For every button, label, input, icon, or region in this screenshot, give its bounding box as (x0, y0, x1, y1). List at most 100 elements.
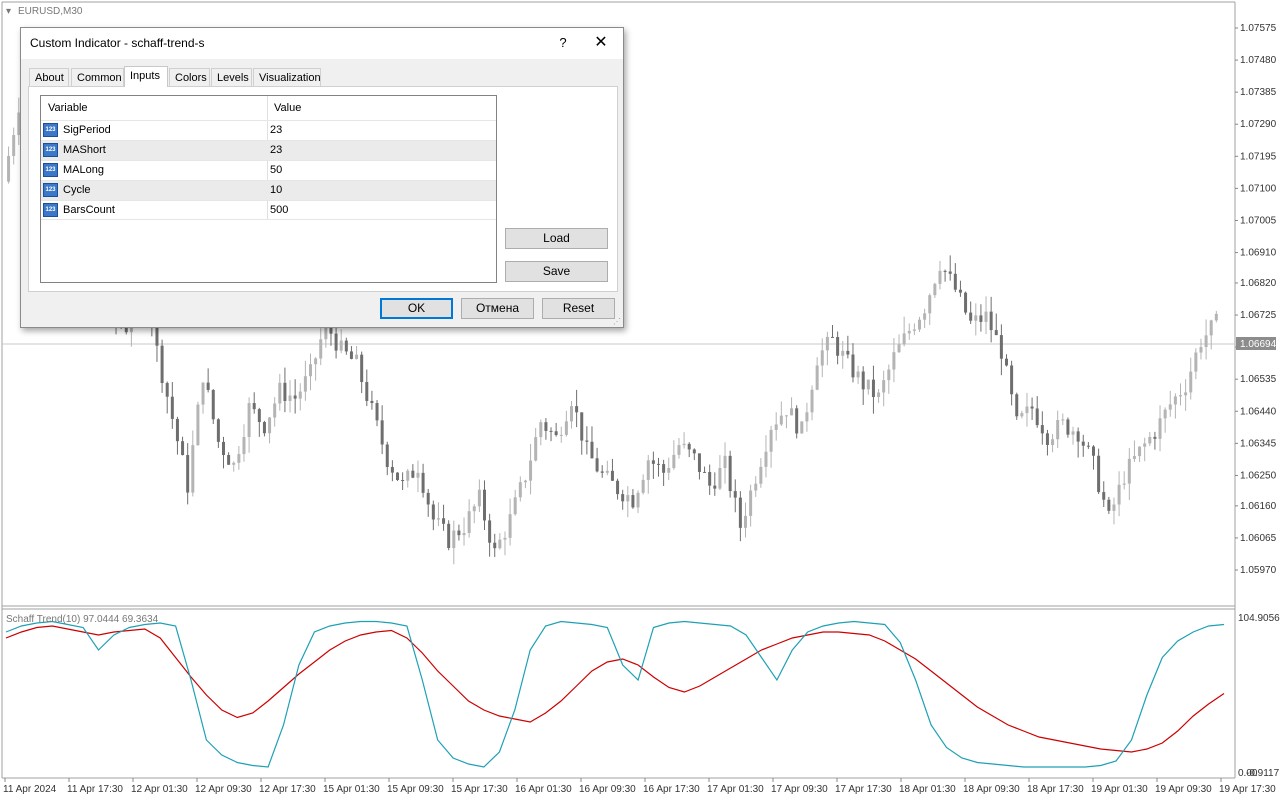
candle-body (406, 470, 410, 481)
candle-body (892, 352, 896, 370)
candle-body (12, 135, 16, 156)
candle-body (646, 460, 650, 480)
candle-body (1066, 419, 1070, 435)
price-tick-label: 1.06725 (1240, 310, 1277, 321)
candle-body (616, 480, 620, 495)
resize-grip-icon[interactable]: ⋰ (613, 317, 621, 326)
inputs-panel: Variable Value 123 SigPeriod 23 123 MASh… (28, 86, 618, 292)
candle-body (334, 333, 338, 351)
candle-body (1097, 455, 1101, 493)
candle-body (754, 483, 758, 491)
candle-body (564, 421, 568, 435)
param-name: Cycle (63, 184, 91, 196)
param-row-barscount[interactable]: 123 BarsCount 500 (41, 200, 496, 220)
price-tick-label: 1.06250 (1240, 470, 1277, 481)
price-tick-label: 1.07480 (1240, 55, 1277, 66)
candle-body (1056, 420, 1060, 440)
ok-button[interactable]: OK (380, 298, 453, 319)
candle-body (467, 511, 471, 534)
time-tick-label: 15 Apr 17:30 (451, 784, 508, 795)
time-tick-label: 11 Apr 2024 (3, 784, 57, 795)
tab-levels[interactable]: Levels (211, 68, 252, 86)
param-name: MALong (63, 164, 104, 176)
param-row-sigperiod[interactable]: 123 SigPeriod 23 (41, 120, 496, 140)
candle-body (283, 382, 287, 401)
candle-body (355, 354, 359, 359)
candle-body (483, 489, 486, 521)
cancel-button[interactable]: Отмена (461, 298, 534, 319)
candle-body (314, 358, 318, 365)
candle-body (805, 412, 809, 422)
candle-body (549, 430, 553, 432)
custom-indicator-dialog[interactable]: Custom Indicator - schaff-trend-s ? ✕ Ab… (20, 27, 624, 328)
candle-body (1153, 436, 1157, 439)
integer-param-icon: 123 (43, 123, 58, 137)
tab-common[interactable]: Common (71, 68, 124, 86)
candle-body (1158, 418, 1162, 439)
candle-body (472, 506, 476, 512)
candle-body (677, 445, 681, 455)
candle-body (703, 471, 707, 473)
candle-body (636, 492, 640, 508)
param-value[interactable]: 500 (270, 204, 288, 216)
candle-body (907, 330, 911, 334)
tab-colors[interactable]: Colors (169, 68, 210, 86)
param-value[interactable]: 10 (270, 184, 282, 196)
parameters-grid[interactable]: Variable Value 123 SigPeriod 23 123 MASh… (40, 95, 497, 283)
candle-body (1143, 443, 1147, 447)
time-tick-label: 12 Apr 01:30 (131, 784, 188, 795)
candle-body (795, 408, 799, 434)
param-row-mashort[interactable]: 123 MAShort 23 (41, 140, 496, 160)
time-tick-label: 18 Apr 09:30 (963, 784, 1020, 795)
candle-body (513, 497, 517, 515)
candle-body (1122, 483, 1126, 485)
candle-body (764, 451, 768, 467)
candle-body (697, 453, 701, 472)
candle-body (953, 273, 957, 290)
param-value[interactable]: 23 (270, 124, 282, 136)
load-button[interactable]: Load (505, 228, 608, 249)
time-tick-label: 18 Apr 17:30 (1027, 784, 1084, 795)
candle-body (462, 533, 466, 536)
candle-body (247, 403, 251, 438)
candle-body (436, 518, 440, 520)
integer-param-icon: 123 (43, 203, 58, 217)
candle-body (825, 336, 829, 351)
candle-body (216, 419, 220, 442)
param-row-malong[interactable]: 123 MALong 50 (41, 160, 496, 180)
integer-param-icon: 123 (43, 143, 58, 157)
candle-body (994, 330, 998, 336)
candle-body (457, 530, 461, 536)
tab-visualization[interactable]: Visualization (253, 68, 321, 86)
candle-body (1051, 439, 1055, 445)
candle-body (918, 319, 921, 330)
column-variable: Variable (48, 102, 88, 114)
candle-body (887, 369, 891, 381)
candle-body (570, 406, 573, 422)
candle-body (882, 380, 886, 393)
param-value[interactable]: 50 (270, 164, 282, 176)
candle-body (380, 420, 384, 445)
symbol-dropdown-icon[interactable]: ▾ (6, 6, 11, 17)
candle-body (779, 415, 783, 425)
help-icon[interactable]: ? (551, 32, 575, 54)
candle-body (1127, 458, 1131, 484)
tab-inputs[interactable]: Inputs (124, 66, 168, 87)
tab-about[interactable]: About (29, 68, 69, 86)
candle-body (344, 340, 348, 352)
save-button[interactable]: Save (505, 261, 608, 282)
current-price-text: 1.06694 (1240, 339, 1277, 350)
param-value[interactable]: 23 (270, 144, 282, 156)
candle-body (319, 339, 323, 359)
candle-body (1148, 436, 1152, 444)
dialog-titlebar[interactable]: Custom Indicator - schaff-trend-s ? ✕ (21, 28, 623, 59)
candle-body (575, 406, 579, 413)
close-icon[interactable]: ✕ (589, 32, 613, 54)
candle-body (181, 441, 185, 456)
reset-button[interactable]: Reset (542, 298, 615, 319)
candle-body (790, 408, 794, 416)
param-row-cycle[interactable]: 123 Cycle 10 (41, 180, 496, 200)
candle-body (989, 311, 993, 331)
candle-body (595, 458, 599, 472)
candle-body (1015, 394, 1019, 417)
